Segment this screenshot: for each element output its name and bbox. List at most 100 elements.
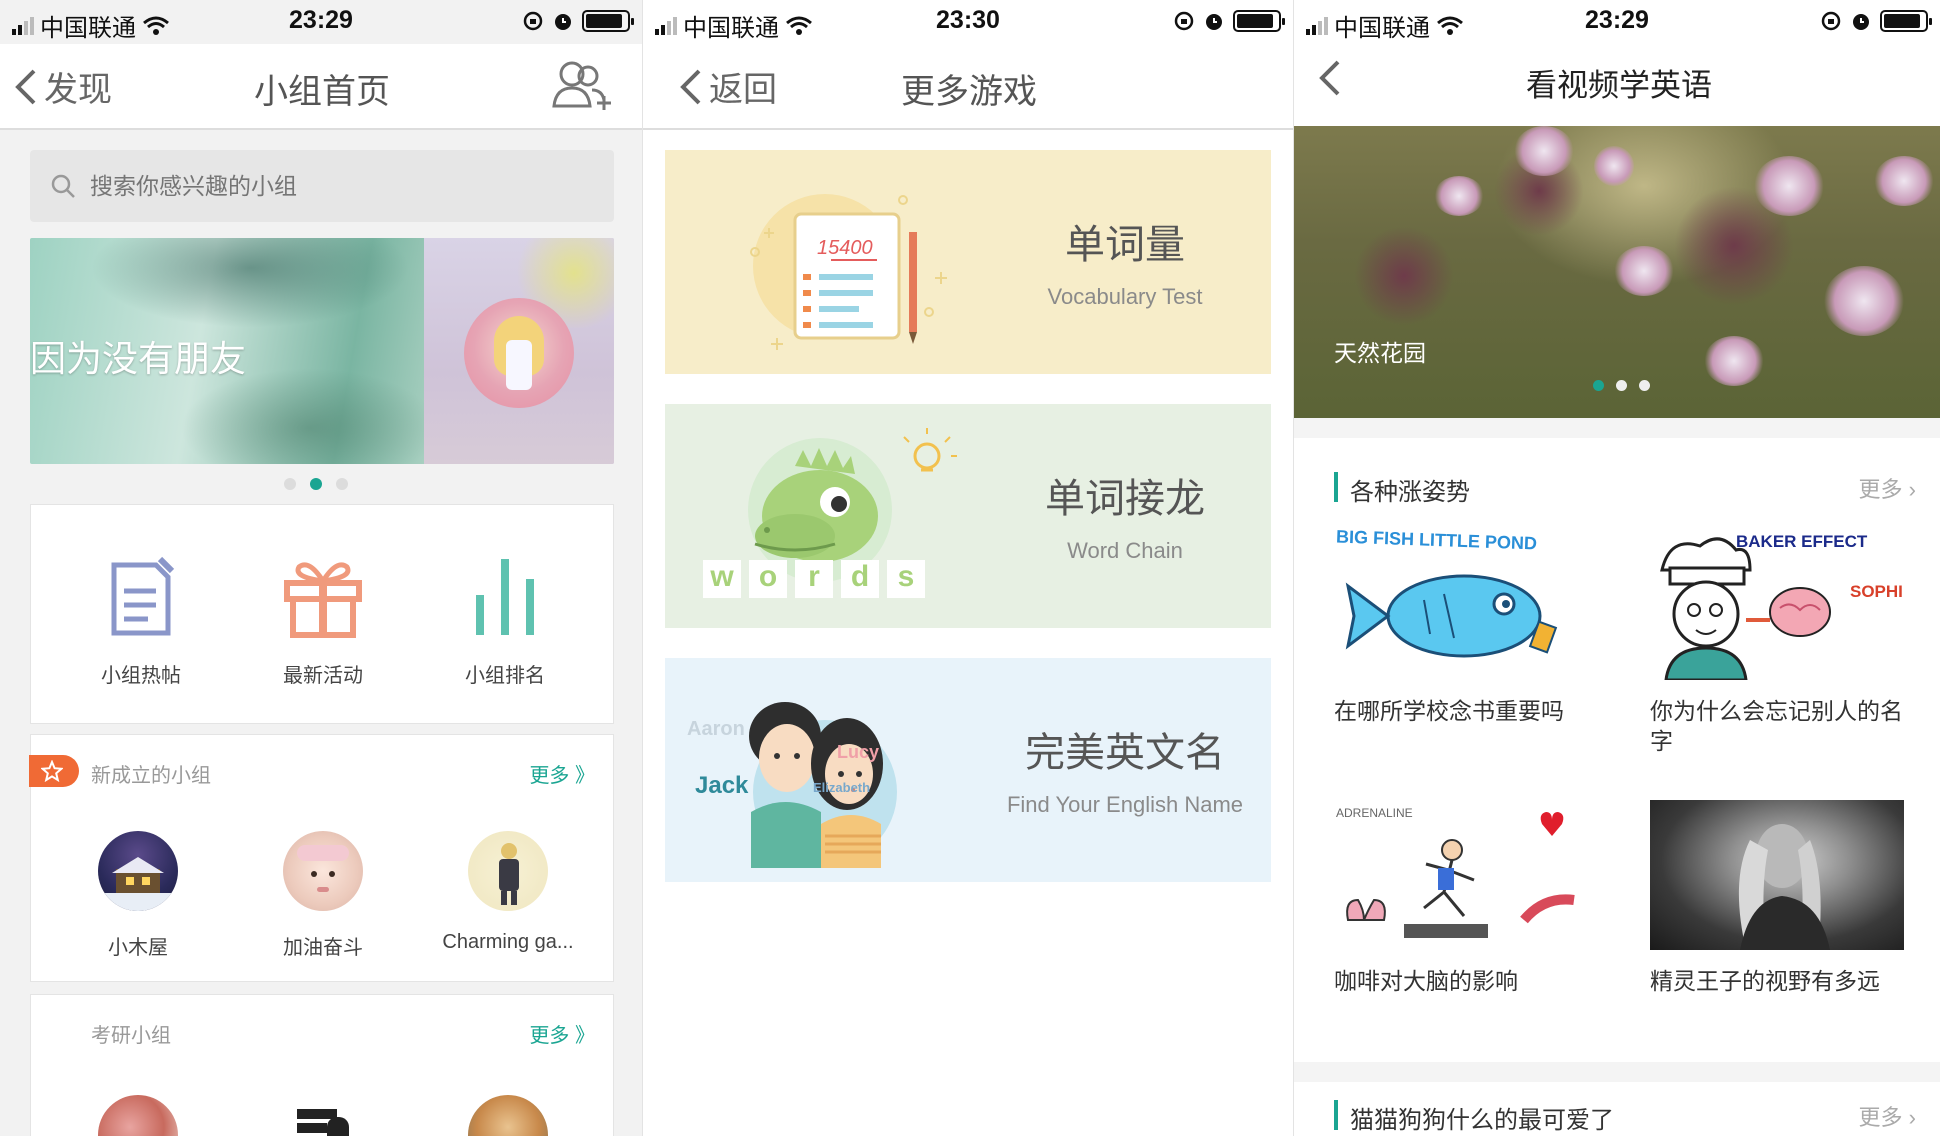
video-section: 各种涨姿势 更多 › BIG FISH LITTLE POND 在哪所学校念书重… (1294, 438, 1940, 1038)
banner-caption: 天然花园 (1334, 340, 1426, 366)
battery-icon (582, 10, 634, 32)
game-title: 单词量 (1065, 223, 1185, 267)
pager-dot[interactable] (284, 478, 296, 490)
pager-dot-active[interactable] (1593, 380, 1604, 391)
video-section: 猫猫狗狗什么的最可爱了 更多 › (1294, 1082, 1940, 1136)
banner-pager (284, 478, 348, 490)
group-item[interactable] (423, 1095, 593, 1136)
more-link[interactable]: 更多 》 (529, 1019, 595, 1048)
banner-caption: 因为没有朋友 (30, 338, 247, 379)
battery-icon (1233, 10, 1285, 32)
letter-tile: r (795, 560, 833, 598)
group-banner[interactable]: 因为没有朋友 (30, 238, 614, 464)
video-thumbnail (1650, 800, 1904, 950)
page-title: 看视频学英语 (1526, 68, 1712, 103)
more-label: 更多 (1858, 477, 1903, 502)
more-link[interactable]: 更多 › (1859, 472, 1916, 504)
video-title: 咖啡对大脑的影响 (1334, 968, 1518, 994)
status-icons (522, 10, 634, 32)
runner-illustration (1346, 812, 1575, 938)
pager-dot[interactable] (1639, 380, 1650, 391)
group-avatar (98, 831, 178, 911)
group-avatar (283, 1095, 363, 1136)
group-item[interactable]: Charming ga... (423, 831, 593, 954)
more-link[interactable]: 更多 › (1859, 1100, 1916, 1132)
video-thumbnail: BIG FISH LITTLE POND (1334, 530, 1588, 680)
search-input[interactable] (90, 172, 570, 200)
group-name: 小木屋 (108, 937, 168, 959)
video-title: 你为什么会忘记别人的名字 (1650, 698, 1903, 754)
group-avatar (283, 831, 363, 911)
feature-latest-events[interactable]: 最新活动 (243, 555, 403, 688)
group-item[interactable] (53, 1095, 223, 1136)
search-icon (51, 174, 75, 198)
group-avatar (468, 1095, 548, 1136)
fish-illustration (1345, 574, 1558, 658)
chevron-left-icon (15, 69, 36, 104)
alarm-icon (1853, 14, 1869, 30)
pager-dot[interactable] (336, 478, 348, 490)
video-item[interactable]: ADRENALINE 咖啡对大脑的影响 (1334, 800, 1588, 996)
screen-video-english: 中国联通 23:29 看视频学英语 天然花园 各种涨姿势 更多 › BIG FI… (1293, 0, 1940, 1136)
back-button[interactable] (1318, 58, 1342, 98)
thumb-caption: ADRENALINE (1336, 806, 1413, 820)
group-item[interactable]: 加油奋斗 (238, 831, 408, 960)
feature-hot-posts[interactable]: 小组热帖 (61, 555, 221, 688)
letter-tile: s (887, 560, 925, 598)
letter-tile: o (749, 560, 787, 598)
back-button[interactable]: 返回 (679, 62, 777, 111)
back-button[interactable]: 发现 (14, 62, 112, 111)
game-card-word-chain[interactable]: w o r d s 单词接龙 Word Chain (665, 404, 1271, 628)
section-header: 考研小组 更多 》 (31, 1013, 613, 1053)
banner-pager (1593, 380, 1650, 391)
notebook-icon: 15400 (750, 194, 947, 350)
group-item[interactable]: 小木屋 (53, 831, 223, 960)
pager-dot[interactable] (1616, 380, 1627, 391)
video-item[interactable]: 精灵王子的视野有多远 (1650, 800, 1904, 996)
search-bar[interactable] (30, 150, 614, 222)
screen-group-home: 中国联通 23:29 发现 小组首页 因为 (0, 0, 642, 1136)
letter-tile: d (841, 560, 879, 598)
add-member-icon[interactable] (552, 60, 614, 110)
section-divider (1294, 1062, 1940, 1082)
video-item[interactable]: BAKER EFFECT SOPHI 你为什么会忘记别人的名字 (1650, 530, 1904, 756)
section-title: 各种涨姿势 (1350, 479, 1470, 506)
status-bar: 中国联通 23:29 (0, 0, 642, 44)
group-avatar (468, 831, 548, 911)
battery-icon (1880, 10, 1932, 32)
video-item[interactable]: BIG FISH LITTLE POND 在哪所学校念书重要吗 (1334, 530, 1588, 726)
section-title: 新成立的小组 (91, 765, 211, 787)
game-title: 单词接龙 (1045, 477, 1205, 521)
star-icon (41, 760, 63, 782)
feature-label: 小组排名 (465, 665, 545, 687)
letter-tiles: w o r d s (703, 560, 925, 598)
thumb-caption: BAKER EFFECT (1736, 532, 1868, 551)
section-title: 考研小组 (91, 1025, 171, 1047)
group-name: 加油奋斗 (283, 937, 363, 959)
section-accent (1334, 1100, 1338, 1130)
game-card-vocabulary[interactable]: 15400 单词量 Vocabulary Test (665, 150, 1271, 374)
section-divider (1294, 418, 1940, 438)
pager-dot-active[interactable] (310, 478, 322, 490)
nav-bar: 看视频学英语 (1294, 44, 1940, 126)
group-avatar (98, 1095, 178, 1136)
status-bar: 中国联通 23:30 (643, 0, 1293, 44)
game-card-english-name[interactable]: Aaron Jack Lucy Elizabeth 完美英文名 Find You… (665, 658, 1271, 882)
feature-label: 小组热帖 (101, 665, 181, 687)
chevron-left-icon (1319, 60, 1340, 96)
group-item[interactable] (238, 1095, 408, 1136)
note-number: 15400 (817, 237, 873, 259)
rotation-lock-icon (523, 11, 543, 31)
video-thumbnail: ADRENALINE (1334, 800, 1588, 950)
section-header: 新成立的小组 更多 》 (29, 753, 613, 793)
name-label-jack: Jack (695, 772, 749, 799)
chevron-right-icon: › (1908, 1105, 1916, 1130)
nav-bar: 发现 小组首页 (0, 44, 642, 130)
video-banner[interactable]: 天然花园 (1294, 126, 1940, 418)
more-link[interactable]: 更多 》 (529, 759, 595, 788)
status-bar: 中国联通 23:29 (1294, 0, 1940, 44)
thumb-caption-2: SOPHI (1850, 582, 1903, 601)
rotation-lock-icon (1174, 11, 1194, 31)
feature-group-ranking[interactable]: 小组排名 (425, 555, 585, 688)
letter-tile: w (703, 560, 741, 598)
